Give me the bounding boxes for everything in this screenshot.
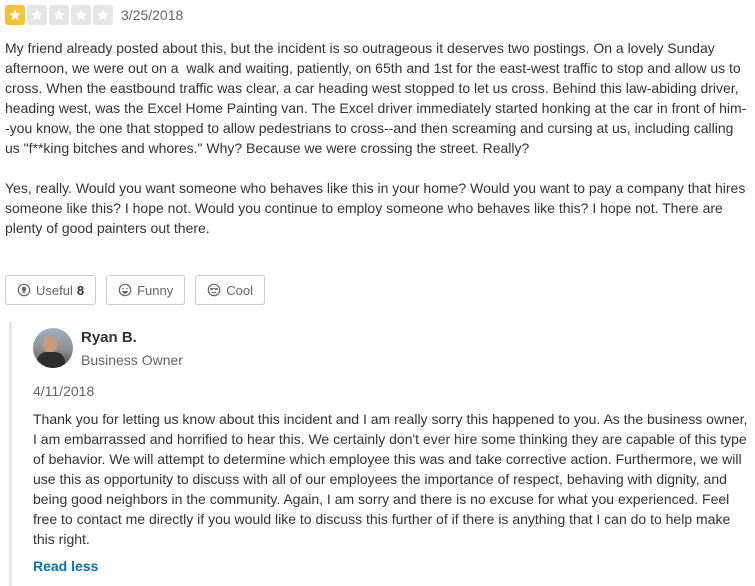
- owner-header: Ryan B. Business Owner: [33, 328, 183, 370]
- review: 3/25/2018 My friend already posted about…: [5, 5, 750, 305]
- vote-buttons: Useful 8 Funny Cool: [5, 275, 265, 305]
- funny-label: Funny: [137, 282, 174, 298]
- lightbulb-icon: [17, 283, 31, 297]
- star-icon: [27, 5, 47, 25]
- smile-icon: [118, 283, 132, 297]
- read-less-link[interactable]: Read less: [33, 558, 98, 574]
- sunglasses-icon: [207, 283, 221, 297]
- owner-response: Ryan B. Business Owner 4/11/2018 Thank y…: [9, 322, 749, 586]
- cool-label: Cool: [226, 282, 253, 298]
- useful-button[interactable]: Useful 8: [5, 275, 97, 305]
- review-paragraph: My friend already posted about this, but…: [5, 40, 747, 156]
- owner-response-date: 4/11/2018: [33, 383, 95, 399]
- useful-label: Useful: [36, 282, 73, 298]
- useful-count: 8: [76, 282, 85, 298]
- owner-name[interactable]: Ryan B.: [81, 328, 183, 348]
- star-rating: [5, 5, 113, 25]
- star-icon: [93, 5, 113, 25]
- review-date: 3/25/2018: [121, 7, 184, 23]
- owner-info: Ryan B. Business Owner: [81, 328, 183, 370]
- review-paragraph: Yes, really. Would you want someone who …: [5, 180, 750, 236]
- owner-response-text: Thank you for letting us know about this…: [33, 411, 748, 547]
- review-header: 3/25/2018: [5, 5, 750, 25]
- avatar[interactable]: [33, 328, 73, 368]
- cool-button[interactable]: Cool: [195, 275, 265, 305]
- owner-role: Business Owner: [81, 352, 183, 368]
- star-icon: [5, 5, 25, 25]
- funny-button[interactable]: Funny: [106, 275, 186, 305]
- star-icon: [49, 5, 69, 25]
- review-text: My friend already posted about this, but…: [5, 38, 750, 238]
- star-icon: [71, 5, 91, 25]
